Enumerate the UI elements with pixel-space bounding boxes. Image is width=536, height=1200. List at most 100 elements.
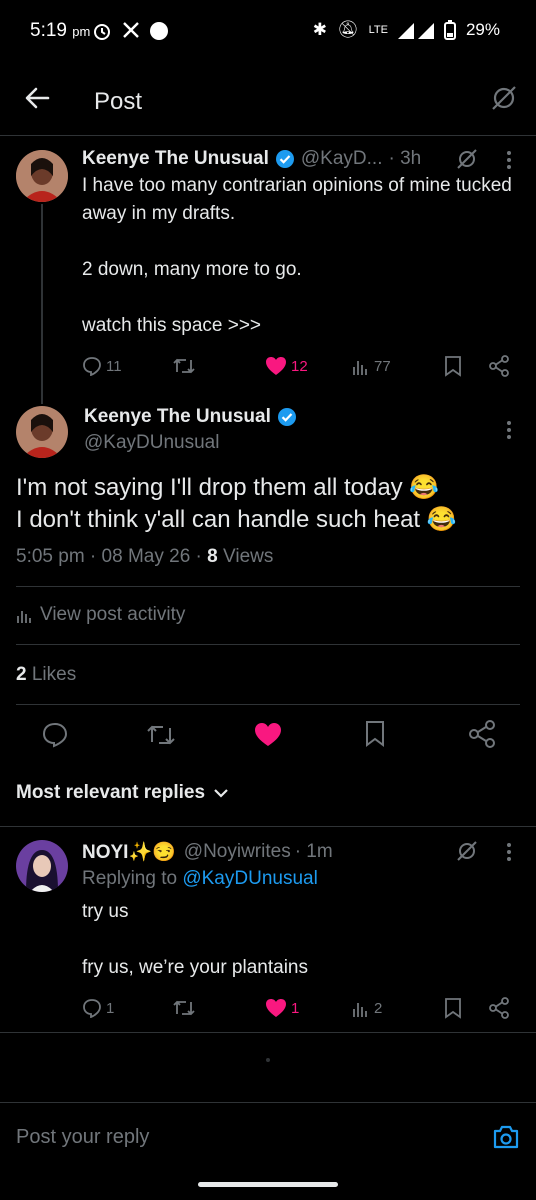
views-count: 2 <box>374 999 383 1017</box>
likes-count: 2 <box>16 664 27 685</box>
heart-icon <box>266 357 286 375</box>
post-text: I'm not saying I'll drop them all today … <box>16 472 526 536</box>
bookmark-icon <box>445 356 461 377</box>
divider <box>16 704 520 705</box>
verified-icon <box>277 407 297 427</box>
post-age: · 3h <box>388 148 422 169</box>
like-count: 12 <box>291 357 308 375</box>
author-handle: @KayD... <box>300 148 383 169</box>
author-handle: @Noyiwrites <box>183 841 291 862</box>
avatar[interactable] <box>16 840 68 892</box>
post-text: I have too many contrarian opinions of m… <box>82 175 512 336</box>
likes-summary[interactable]: 2 Likes <box>16 664 76 686</box>
lte-icon: LTE <box>368 24 388 36</box>
replies-sort-label: Most relevant replies <box>16 782 206 803</box>
battery-level: 29% <box>465 20 500 39</box>
avatar[interactable] <box>16 406 68 458</box>
replying-to: Replying to @KayDUnusual <box>82 868 318 889</box>
bookmark-button[interactable] <box>444 355 462 377</box>
grok-icon[interactable] <box>490 84 518 112</box>
parent-post-author: Keenye The Unusual @KayD... · 3h <box>82 148 421 170</box>
more-icon[interactable] <box>506 420 512 440</box>
home-indicator[interactable] <box>198 1182 338 1187</box>
avatar[interactable] <box>16 150 68 202</box>
repost-icon <box>173 358 195 374</box>
post-text-line-2: I don't think y'all can handle such heat… <box>16 506 457 533</box>
repost-icon <box>173 1000 195 1016</box>
divider <box>0 1032 536 1033</box>
reply-button[interactable]: 11 <box>82 356 122 376</box>
verified-icon <box>275 149 295 169</box>
like-button[interactable] <box>254 722 282 753</box>
repost-button[interactable] <box>172 998 196 1018</box>
views-icon <box>17 611 31 623</box>
status-right: ✱ 🔕︎ LTE 29% <box>313 20 500 40</box>
views-icon <box>353 361 367 375</box>
post-age: · 1m <box>294 841 333 862</box>
alarm-icon <box>92 21 112 46</box>
author-handle: @KayDUnusual <box>84 432 220 453</box>
notification-dot-icon <box>150 22 168 40</box>
bluetooth-icon: ✱ <box>312 20 328 39</box>
main-post-author: Keenye The Unusual <box>84 406 297 428</box>
post-text: try us fry us, we’re your plantains <box>82 901 308 978</box>
replies-sort-dropdown[interactable]: Most relevant replies <box>16 782 229 804</box>
share-button[interactable] <box>488 355 510 377</box>
reply-button[interactable]: 1 <box>82 998 114 1018</box>
share-icon <box>489 355 509 377</box>
views-button[interactable]: 2 <box>352 999 382 1017</box>
author-name[interactable]: Keenye The Unusual <box>84 406 271 428</box>
back-arrow-icon[interactable] <box>24 86 50 110</box>
author-name[interactable]: NOYI✨😏 <box>82 840 176 864</box>
bookmark-button[interactable] <box>364 720 386 753</box>
views-button[interactable]: 77 <box>352 357 391 375</box>
reply-button[interactable] <box>42 722 68 753</box>
grok-icon[interactable] <box>456 840 478 862</box>
battery-icon <box>443 20 456 40</box>
grok-icon[interactable] <box>456 148 478 170</box>
divider <box>0 826 536 827</box>
author-name[interactable]: Keenye The Unusual <box>82 148 269 170</box>
reply-icon <box>83 357 101 376</box>
like-button[interactable]: 12 <box>265 356 308 376</box>
more-icon[interactable] <box>506 150 512 170</box>
reply-icon <box>83 999 101 1018</box>
x-logo-icon <box>122 21 140 44</box>
post-timestamp: 5:05 pm · 08 May 26 · 8 Views <box>16 546 274 567</box>
repost-button[interactable] <box>146 722 176 753</box>
parent-post[interactable]: Keenye The Unusual @KayD... · 3h I have … <box>0 136 536 404</box>
views-count: 77 <box>374 357 391 375</box>
status-bar: 5:19 pm ✱ 🔕︎ LTE 29% <box>0 0 536 62</box>
replying-to-link[interactable]: @KayDUnusual <box>182 868 317 889</box>
share-button[interactable] <box>468 720 496 753</box>
reply-count: 11 <box>106 357 122 375</box>
reply-count: 1 <box>106 999 115 1017</box>
divider <box>16 586 520 587</box>
mute-icon: 🔕︎ <box>337 20 359 39</box>
like-button[interactable]: 1 <box>265 998 299 1018</box>
page-title: Post <box>94 88 143 115</box>
camera-icon[interactable] <box>492 1124 520 1155</box>
more-icon[interactable] <box>506 842 512 862</box>
views-count: 8 <box>207 546 218 567</box>
post-text-line-1: I'm not saying I'll drop them all today … <box>16 474 440 501</box>
share-button[interactable] <box>488 997 510 1019</box>
view-post-activity[interactable]: View post activity <box>16 604 185 626</box>
reply-input[interactable]: Post your reply <box>16 1126 149 1149</box>
bookmark-icon <box>445 998 461 1019</box>
share-icon <box>469 720 495 748</box>
repost-button[interactable] <box>172 356 196 376</box>
bookmark-icon <box>366 721 384 747</box>
status-time: 5:19 pm <box>30 20 91 41</box>
share-icon <box>489 997 509 1019</box>
bookmark-button[interactable] <box>444 997 462 1019</box>
heart-icon <box>266 999 286 1017</box>
reply-icon <box>42 722 68 748</box>
divider <box>16 644 520 645</box>
parent-post-actions: 11 12 77 <box>0 352 536 380</box>
reply-post[interactable]: NOYI✨😏 @Noyiwrites · 1m Replying to @Kay… <box>0 828 536 1032</box>
views-icon <box>353 1003 367 1017</box>
like-count: 1 <box>291 999 300 1017</box>
reply-post-actions: 1 1 2 <box>0 994 536 1022</box>
repost-icon <box>147 725 175 745</box>
